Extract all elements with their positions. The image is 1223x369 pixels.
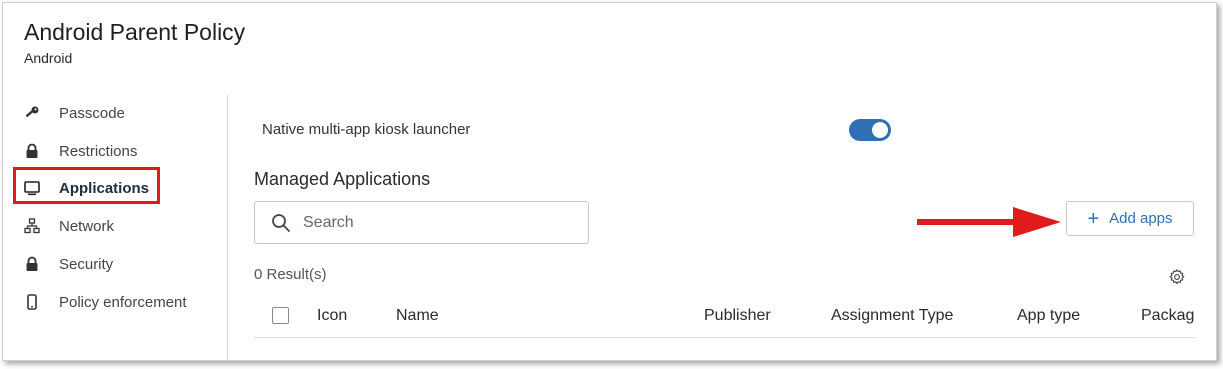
sidebar-item-network[interactable]: Network <box>23 213 114 239</box>
sidebar-item-restrictions[interactable]: Restrictions <box>23 138 137 164</box>
arrow-icon <box>917 207 1061 237</box>
gear-icon[interactable] <box>1168 268 1186 286</box>
column-header-icon[interactable]: Icon <box>317 307 347 325</box>
network-icon <box>23 217 41 235</box>
add-apps-label: Add apps <box>1109 210 1173 227</box>
phone-icon <box>23 293 41 311</box>
page-title: Android Parent Policy <box>24 19 246 45</box>
kiosk-launcher-label: Native multi-app kiosk launcher <box>262 121 471 138</box>
results-count: 0 Result(s) <box>254 266 327 283</box>
plus-icon: + <box>1087 207 1100 230</box>
select-all-checkbox[interactable] <box>272 307 289 324</box>
sidebar-item-label: Restrictions <box>59 142 138 160</box>
add-apps-button[interactable]: + Add apps <box>1066 201 1194 236</box>
sidebar-item-security[interactable]: Security <box>23 251 113 277</box>
lock-icon <box>23 255 41 273</box>
toggle-knob <box>872 122 888 138</box>
column-header-assignment-type[interactable]: Assignment Type <box>831 307 953 325</box>
page-subtitle: Android <box>24 50 73 66</box>
column-header-name[interactable]: Name <box>396 307 439 325</box>
kiosk-launcher-toggle[interactable] <box>849 119 891 141</box>
sidebar-item-label: Passcode <box>59 104 125 122</box>
sidebar-item-label: Policy enforcement <box>59 293 187 311</box>
sidebar-item-policy-enforcement[interactable]: Policy enforcement <box>23 289 187 315</box>
column-header-app-type[interactable]: App type <box>1017 307 1080 325</box>
search-input[interactable] <box>301 212 565 233</box>
sidebar-item-passcode[interactable]: Passcode <box>23 100 125 126</box>
column-header-package[interactable]: Packag <box>1141 307 1194 325</box>
highlight-box <box>13 167 160 204</box>
sidebar-item-label: Network <box>59 217 115 235</box>
sidebar-item-label: Security <box>59 255 114 273</box>
lock-icon <box>23 142 41 160</box>
search-icon <box>271 213 291 233</box>
key-icon <box>23 104 41 122</box>
table-header: Icon Name Publisher Assignment Type App … <box>254 299 1195 338</box>
search-box[interactable] <box>254 201 589 244</box>
column-header-publisher[interactable]: Publisher <box>704 307 771 325</box>
policy-panel: Android Parent Policy Android Passcode R… <box>2 2 1217 361</box>
section-title: Managed Applications <box>254 169 431 189</box>
